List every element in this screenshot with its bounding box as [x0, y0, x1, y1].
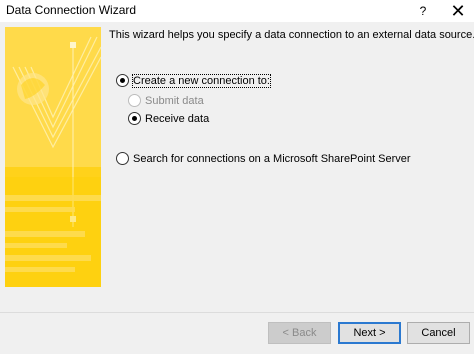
option-submit-data: Submit data	[128, 94, 204, 107]
next-button[interactable]: Next >	[338, 322, 401, 344]
sharepoint-label: Search for connections on a Microsoft Sh…	[133, 152, 411, 165]
create-new-label: Create a new connection to:	[132, 73, 271, 88]
submit-data-label: Submit data	[145, 94, 204, 107]
back-button: < Back	[268, 322, 331, 344]
receive-data-label: Receive data	[145, 112, 210, 125]
close-button[interactable]: ✕	[443, 0, 473, 22]
option-sharepoint-search[interactable]: Search for connections on a Microsoft Sh…	[116, 152, 411, 165]
submit-data-radio	[128, 94, 141, 107]
receive-data-radio[interactable]	[128, 112, 141, 125]
option-create-new-connection[interactable]: Create a new connection to:	[116, 73, 271, 88]
footer-separator	[0, 312, 474, 313]
sharepoint-radio[interactable]	[116, 152, 129, 165]
intro-text: This wizard helps you specify a data con…	[109, 29, 474, 41]
wizard-side-banner	[5, 27, 101, 287]
option-receive-data[interactable]: Receive data	[128, 112, 209, 125]
cancel-button[interactable]: Cancel	[407, 322, 470, 344]
title-bar: Data Connection Wizard ? ✕	[0, 0, 474, 22]
create-new-radio[interactable]	[116, 74, 129, 87]
data-connection-wizard-window: Data Connection Wizard ? ✕ This wizard h…	[0, 0, 474, 354]
window-title: Data Connection Wizard	[6, 3, 137, 17]
help-button[interactable]: ?	[408, 0, 438, 22]
